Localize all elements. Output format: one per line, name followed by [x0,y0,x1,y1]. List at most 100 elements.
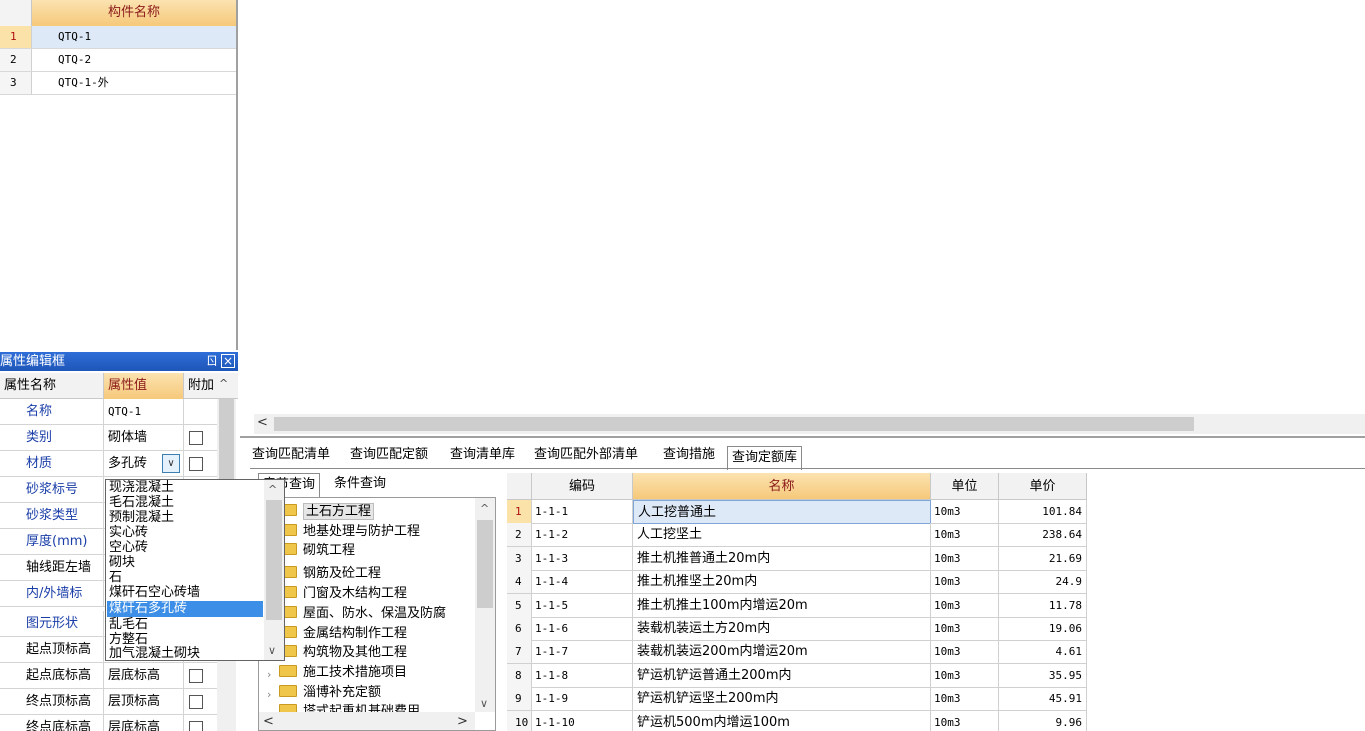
quota-code[interactable]: 1-1-8 [532,663,633,688]
tab-bill-library[interactable]: 查询清单库 [450,444,515,468]
dropdown-option[interactable]: 乱毛石 [107,617,263,633]
quota-price[interactable]: 101.84 [999,500,1087,524]
quota-price[interactable]: 24.9 [999,570,1087,595]
quota-unit[interactable]: 10m3 [931,663,999,688]
quota-code[interactable]: 1-1-5 [532,593,633,618]
quota-code[interactable]: 1-1-10 [532,710,633,731]
quota-unit[interactable]: 10m3 [931,570,999,595]
canvas-horizontal-scrollbar[interactable]: < [254,414,1365,434]
property-value[interactable]: 层底标高 [104,715,184,731]
tree-vertical-scrollbar[interactable]: ^ ∨ [475,498,495,712]
quota-name[interactable]: 推土机推坚土20m内 [633,570,931,595]
quota-name[interactable]: 铲运机铲运坚土200m内 [633,687,931,712]
tab-measures[interactable]: 查询措施 [663,444,715,468]
scroll-thumb[interactable] [219,399,234,479]
quota-name[interactable]: 装载机装运200m内增运20m [633,640,931,665]
quota-price[interactable]: 9.96 [999,710,1087,731]
quota-name[interactable]: 铲运机铲运普通土200m内 [633,663,931,688]
quota-row[interactable]: 9 1-1-9 铲运机铲运坚土200m内 10m3 45.91 [507,687,1087,712]
component-name-header[interactable]: 构件名称 [32,0,236,26]
dropdown-option[interactable]: 空心砖 [107,540,263,556]
dropdown-option[interactable]: 砌块 [107,555,263,571]
quota-name[interactable]: 推土机推土100m内增运20m [633,593,931,618]
component-name[interactable]: QTQ-2 [32,49,236,71]
dropdown-option[interactable]: 加气混凝土砌块 [107,646,263,660]
quota-unit[interactable]: 10m3 [931,546,999,571]
component-row[interactable]: 3 QTQ-1-外 [0,72,236,95]
quota-unit[interactable]: 10m3 [931,710,999,731]
quota-unit[interactable]: 10m3 [931,593,999,618]
scroll-up-icon[interactable]: ^ [268,483,277,496]
property-row[interactable]: 终点顶标高 层顶标高 [0,689,217,715]
dropdown-option-selected[interactable]: 煤矸石多孔砖 [107,601,263,617]
tree-item[interactable]: 砌筑工程 [279,541,355,561]
component-row[interactable]: 2 QTQ-2 [0,49,236,72]
tab-match-quota[interactable]: 查询匹配定额 [350,444,428,468]
property-row[interactable]: 终点底标高 层底标高 [0,715,217,731]
material-dropdown-list[interactable]: 现浇混凝土 毛石混凝土 预制混凝土 实心砖 空心砖 砌块 石 煤矸石空心砖墙 煤… [105,479,285,661]
quota-name[interactable]: 装载机装运土方20m内 [633,617,931,641]
scroll-thumb[interactable] [477,520,493,608]
component-name[interactable]: QTQ-1-外 [32,72,236,94]
property-value[interactable]: 层顶标高 [104,689,184,715]
scroll-left-icon[interactable]: < [257,415,268,430]
quota-row[interactable]: 3 1-1-3 推土机推普通土20m内 10m3 21.69 [507,546,1087,571]
name-header[interactable]: 名称 [633,473,931,500]
quota-name[interactable]: 铲运机500m内增运100m [633,710,931,731]
chevron-down-icon[interactable]: ∨ [162,454,180,473]
dropdown-option[interactable]: 预制混凝土 [107,510,263,526]
quota-code[interactable]: 1-1-7 [532,640,633,665]
quota-code[interactable]: 1-1-6 [532,617,633,641]
scroll-left-icon[interactable]: < [263,714,274,729]
quota-row[interactable]: 4 1-1-4 推土机推坚土20m内 10m3 24.9 [507,570,1087,595]
tree-item[interactable]: 土石方工程 [279,502,375,522]
property-row[interactable]: 起点底标高 层底标高 [0,663,217,689]
chevron-right-icon[interactable]: › [267,688,271,701]
dropdown-scrollbar[interactable]: ^ ∨ [264,480,284,660]
component-name[interactable]: QTQ-1 [32,26,236,48]
scroll-up-icon[interactable]: ^ [219,377,228,390]
dropdown-option[interactable]: 现浇混凝土 [107,480,263,496]
price-header[interactable]: 单价 [999,473,1087,500]
code-header[interactable]: 编码 [532,473,633,500]
extra-checkbox[interactable] [189,431,203,445]
quota-code[interactable]: 1-1-3 [532,546,633,571]
property-row[interactable]: 类别 砌体墙 [0,425,217,451]
quota-price[interactable]: 4.61 [999,640,1087,665]
scroll-thumb[interactable] [274,417,1194,431]
close-icon[interactable]: × [221,354,235,368]
quota-row[interactable]: 7 1-1-7 装载机装运200m内增运20m 10m3 4.61 [507,640,1087,665]
quota-price[interactable]: 45.91 [999,687,1087,712]
quota-name[interactable]: 人工挖普通土 [633,500,931,524]
dropdown-option[interactable]: 石 [107,570,263,586]
scroll-up-icon[interactable]: ^ [480,502,489,515]
panel-splitter[interactable] [240,436,1365,438]
tab-condition-query[interactable]: 条件查询 [330,473,390,497]
scroll-down-icon[interactable]: ∨ [268,644,276,657]
property-value[interactable]: QTQ-1 [104,399,184,425]
property-value[interactable]: 层底标高 [104,663,184,689]
tree-item[interactable]: 施工技术措施项目 [279,663,407,683]
quota-row[interactable]: 1 1-1-1 人工挖普通土 10m3 101.84 [507,500,1087,524]
tab-match-bill[interactable]: 查询匹配清单 [252,444,330,468]
scroll-down-icon[interactable]: ∨ [480,697,488,710]
tree-horizontal-scrollbar[interactable]: < > [259,712,475,730]
property-row[interactable]: 名称 QTQ-1 [0,399,217,425]
pin-icon[interactable]: ㄖ [206,352,218,371]
property-value[interactable]: 砌体墙 [104,425,184,451]
scroll-thumb[interactable] [266,500,282,620]
quota-price[interactable]: 21.69 [999,546,1087,571]
quota-code[interactable]: 1-1-4 [532,570,633,595]
quota-price[interactable]: 19.06 [999,617,1087,641]
component-row[interactable]: 1 QTQ-1 [0,26,236,49]
unit-header[interactable]: 单位 [931,473,999,500]
quota-code[interactable]: 1-1-1 [532,500,633,524]
extra-checkbox[interactable] [189,721,203,731]
tree-item[interactable]: 金属结构制作工程 [279,624,407,644]
tab-quota-library[interactable]: 查询定额库 [727,446,803,470]
tree-item[interactable]: 门窗及木结构工程 [279,584,407,604]
scroll-right-icon[interactable]: > [457,714,468,729]
tree-item[interactable]: 构筑物及其他工程 [279,643,407,663]
tree-item[interactable]: 淄博补充定额 [279,683,381,703]
quota-unit[interactable]: 10m3 [931,523,999,548]
